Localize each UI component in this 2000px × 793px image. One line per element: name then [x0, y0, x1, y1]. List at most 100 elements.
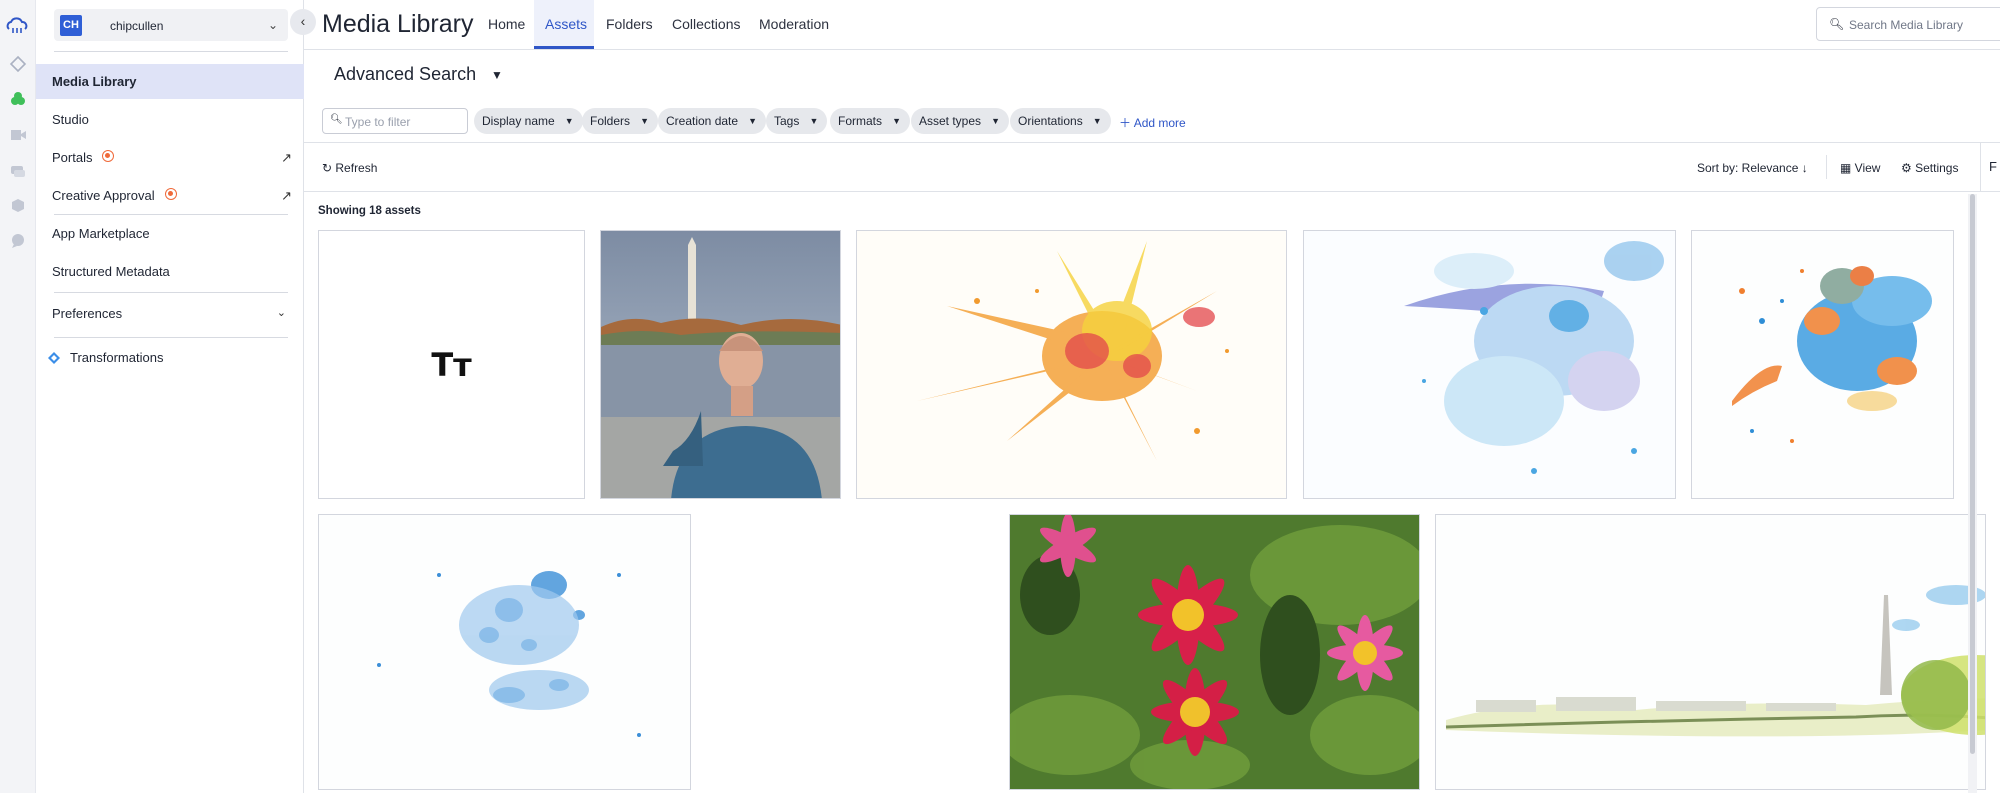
dahlia-flowers-photo [1010, 515, 1419, 789]
divider [54, 51, 288, 52]
asset-tile-blue-orange-splash[interactable] [1691, 230, 1954, 499]
sidebar-item-label: Portals [52, 150, 93, 165]
sidebar-item-label: Media Library [52, 74, 137, 89]
transformations-icon [48, 352, 60, 364]
comment-icon[interactable] [9, 232, 27, 250]
account-avatar: CH [60, 15, 82, 36]
filter-creation-date[interactable]: Creation date ▼ [658, 108, 767, 134]
divider [54, 292, 288, 293]
sidebar-item-creative-approval[interactable]: Creative Approval ↗ [36, 178, 304, 213]
header: Media Library Home Assets Folders Collec… [304, 0, 2000, 50]
sidebar-item-media-library[interactable]: Media Library [36, 64, 304, 99]
sidebar: CH chipcullen ⌄ Media Library Studio Por… [36, 0, 304, 793]
page-title: Media Library [322, 10, 474, 38]
sidebar-item-label: Creative Approval [52, 188, 155, 203]
results-toolbar: ↻ Refresh Sort by: Relevance ↓ ▦ View ⚙ … [304, 142, 2000, 192]
filter-display-name[interactable]: Display name ▼ [474, 108, 583, 134]
refresh-button[interactable]: ↻ Refresh [322, 161, 377, 175]
sidebar-item-label: Preferences [52, 306, 123, 321]
search-icon: 🔍︎ [330, 114, 343, 125]
filter-formats[interactable]: Formats ▼ [830, 108, 911, 134]
tab-folders[interactable]: Folders [606, 16, 653, 32]
dc-skyline-watercolor [1436, 515, 1985, 789]
divider [1826, 155, 1827, 179]
assets-icon[interactable] [9, 90, 27, 108]
results-count: Showing 18 assets [318, 205, 421, 217]
filter-input[interactable]: 🔍︎ Type to filter [322, 108, 468, 134]
active-tab-indicator [534, 46, 594, 49]
caret-down-icon[interactable]: ▼ [491, 68, 503, 82]
video-icon[interactable] [9, 126, 27, 144]
tab-collections[interactable]: Collections [672, 16, 740, 32]
settings-button[interactable]: ⚙ Settings [1901, 161, 1958, 175]
caret-down-icon: ▼ [564, 116, 574, 126]
side-panel-toggle[interactable]: F [1980, 142, 2000, 192]
asset-tile-portrait-photo[interactable] [600, 230, 841, 499]
grid-icon: ▦ [1840, 161, 1855, 175]
chevron-down-icon: ⌄ [267, 18, 278, 32]
sidebar-item-preferences[interactable]: Preferences ⌄ [36, 296, 304, 331]
caret-down-icon: ▼ [640, 116, 650, 126]
caret-down-icon: ▼ [991, 116, 1001, 126]
chevron-down-icon: ⌄ [276, 307, 286, 319]
asset-tile-orange-splash[interactable] [856, 230, 1287, 499]
refresh-icon: ↻ [322, 161, 336, 175]
account-name: chipcullen [110, 19, 164, 33]
sidebar-item-portals[interactable]: Portals ↗ [36, 140, 304, 175]
view-button[interactable]: ▦ View [1840, 161, 1880, 175]
search-input[interactable]: 🔍︎ Search Media Library [1816, 7, 2000, 41]
external-link-icon: ↗ [281, 150, 292, 165]
filter-tags[interactable]: Tags ▼ [766, 108, 828, 134]
asset-tile-font[interactable]: Tт [318, 230, 585, 499]
diamond-icon[interactable] [9, 55, 27, 73]
search-placeholder: Search Media Library [1849, 18, 1964, 32]
tab-assets[interactable]: Assets [545, 16, 587, 32]
portrait-photo [601, 231, 840, 498]
external-link-icon: ↗ [281, 188, 292, 203]
collapse-sidebar-button[interactable]: ‹ [290, 9, 316, 35]
divider [54, 337, 288, 338]
new-badge-icon [102, 150, 114, 162]
blue-ink-dots [319, 515, 690, 789]
asset-tile-blue-splash[interactable] [1303, 230, 1676, 499]
caret-down-icon: ▼ [892, 116, 902, 126]
gear-icon: ⚙ [1901, 161, 1916, 175]
divider [54, 214, 288, 215]
caret-down-icon: ▼ [1092, 116, 1102, 126]
asset-tile-dahlia-photo[interactable] [1009, 514, 1420, 790]
sidebar-item-label: App Marketplace [52, 226, 150, 241]
filter-asset-types[interactable]: Asset types ▼ [911, 108, 1010, 134]
sidebar-item-studio[interactable]: Studio [36, 102, 304, 137]
cube-icon[interactable] [9, 197, 27, 215]
sidebar-item-structured-metadata[interactable]: Structured Metadata [36, 254, 304, 289]
main-content: Media Library Home Assets Folders Collec… [304, 0, 2000, 793]
font-asset-glyph: Tт [431, 346, 472, 384]
new-badge-icon [165, 188, 177, 200]
filter-placeholder: Type to filter [345, 115, 411, 129]
sidebar-item-label: Studio [52, 112, 89, 127]
search-icon: 🔍︎ [1829, 17, 1845, 31]
sidebar-item-label: Structured Metadata [52, 264, 170, 279]
search-mode-title[interactable]: Advanced Search [334, 64, 476, 85]
asset-tile-dc-skyline[interactable] [1435, 514, 1986, 790]
sidebar-item-app-marketplace[interactable]: App Marketplace [36, 216, 304, 251]
arrow-down-icon: ↓ [1798, 161, 1808, 175]
tab-moderation[interactable]: Moderation [759, 16, 829, 32]
account-switcher[interactable]: CH chipcullen ⌄ [54, 9, 288, 41]
blue-watercolor-splash [1304, 231, 1675, 498]
sort-dropdown[interactable]: Sort by: Relevance ↓ [1697, 161, 1808, 175]
plus-icon: ＋ [1119, 116, 1134, 130]
sidebar-item-label: Transformations [70, 350, 164, 365]
app-rail [0, 0, 36, 793]
chat-icon[interactable] [9, 162, 27, 180]
cloudinary-logo-icon[interactable] [5, 16, 29, 34]
sidebar-item-transformations[interactable]: Transformations [36, 340, 304, 375]
results-scrollbar[interactable] [1968, 194, 1977, 793]
add-more-filters-button[interactable]: ＋ Add more [1119, 114, 1186, 131]
caret-down-icon: ▼ [748, 116, 758, 126]
asset-tile-blue-dots[interactable] [318, 514, 691, 790]
filter-folders[interactable]: Folders ▼ [582, 108, 659, 134]
blue-orange-watercolor [1692, 231, 1953, 498]
filter-orientations[interactable]: Orientations ▼ [1010, 108, 1111, 134]
tab-home[interactable]: Home [488, 16, 525, 32]
